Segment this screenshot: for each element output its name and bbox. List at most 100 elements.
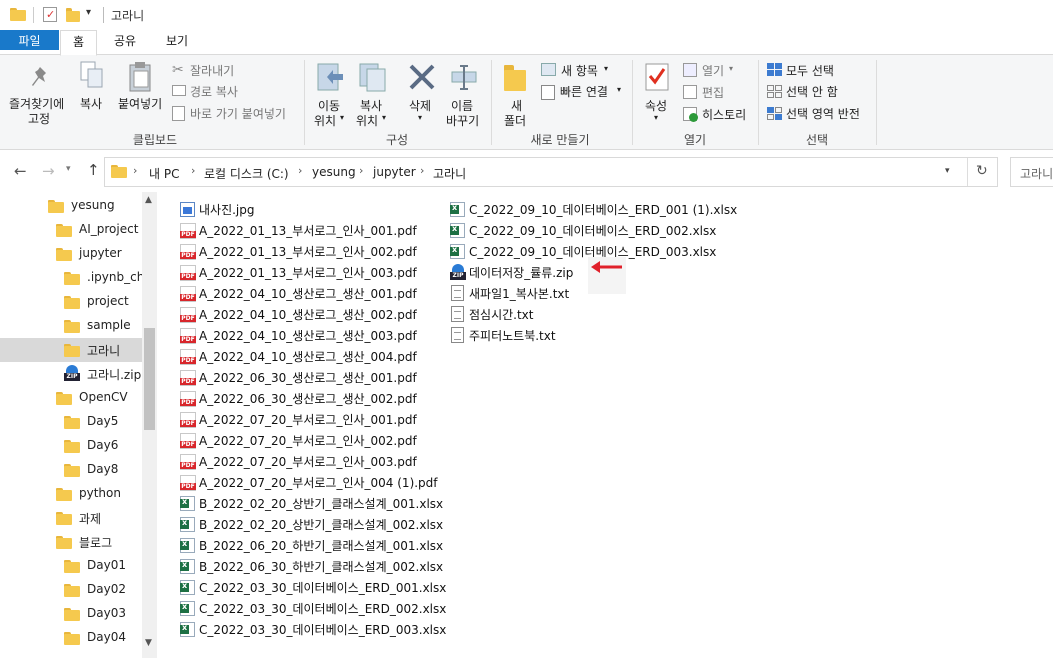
- file-item[interactable]: C_2022_09_10_데이터베이스_ERD_002.xlsx: [450, 220, 716, 240]
- breadcrumb-yesung[interactable]: yesung: [312, 165, 356, 179]
- chevron-down-icon[interactable]: ▾: [617, 85, 621, 94]
- file-item[interactable]: A_2022_01_13_부서로그_인사_003.pdf: [180, 262, 445, 282]
- sidebar-item[interactable]: .ipynb_che: [0, 266, 152, 290]
- forward-arrow-icon[interactable]: →: [42, 162, 55, 180]
- new-folder-quick-icon[interactable]: [66, 8, 80, 22]
- chevron-right-icon[interactable]: ›: [359, 164, 363, 177]
- file-item[interactable]: A_2022_07_20_부서로그_인사_002.pdf: [180, 430, 445, 450]
- tab-file[interactable]: 파일: [0, 30, 59, 50]
- file-item[interactable]: C_2022_03_30_데이터베이스_ERD_003.xlsx: [180, 619, 446, 639]
- sidebar-item[interactable]: 고라니.zip: [0, 362, 142, 386]
- invert-selection-button[interactable]: 선택 영역 반전: [786, 105, 860, 122]
- file-item[interactable]: C_2022_03_30_데이터베이스_ERD_002.xlsx: [180, 598, 446, 618]
- chevron-down-icon[interactable]: ▾: [604, 64, 608, 73]
- chevron-right-icon[interactable]: ›: [191, 164, 195, 177]
- sidebar-item[interactable]: OpenCV: [0, 386, 142, 410]
- file-item[interactable]: A_2022_01_13_부서로그_인사_001.pdf: [180, 220, 445, 240]
- recent-locations-chevron-icon[interactable]: ▾: [66, 164, 71, 174]
- breadcrumb-local-disk[interactable]: 로컬 디스크 (C:): [204, 165, 289, 182]
- sidebar-item[interactable]: Day02: [0, 578, 142, 602]
- file-item[interactable]: C_2022_03_30_데이터베이스_ERD_001.xlsx: [180, 577, 446, 597]
- file-item[interactable]: 데이터저장_률류.zip: [450, 262, 715, 282]
- sidebar-item[interactable]: jupyter: [0, 242, 142, 266]
- select-none-button[interactable]: 선택 안 함: [786, 83, 838, 100]
- sidebar-item[interactable]: 고라니: [0, 338, 142, 362]
- up-arrow-icon[interactable]: ↑: [87, 161, 100, 179]
- properties-quick-icon[interactable]: ✓: [43, 7, 57, 22]
- back-arrow-icon[interactable]: ←: [14, 162, 27, 180]
- file-item[interactable]: 점심시간.txt: [450, 304, 715, 324]
- sidebar-item[interactable]: Day5: [0, 410, 142, 434]
- history-button[interactable]: 히스토리: [702, 106, 746, 123]
- cut-button[interactable]: 잘라내기: [190, 62, 234, 79]
- ribbon: 즐겨찾기에 고정 복사 붙여넣기 ✂ 잘라내기 경로 복사 바로 가기 붙여넣기…: [0, 55, 1053, 150]
- tab-view[interactable]: 보기: [160, 30, 194, 55]
- file-item[interactable]: A_2022_04_10_생산로그_생산_003.pdf: [180, 325, 445, 345]
- copy-button[interactable]: 복사: [80, 95, 102, 112]
- file-item[interactable]: 주피터노트북.txt: [450, 325, 715, 345]
- file-item[interactable]: 새파일1_복사본.txt: [450, 283, 715, 303]
- chevron-right-icon[interactable]: ›: [420, 164, 424, 177]
- sidebar-item[interactable]: python: [0, 482, 142, 506]
- breadcrumb-jupyter[interactable]: jupyter: [373, 165, 416, 179]
- file-item[interactable]: A_2022_01_13_부서로그_인사_002.pdf: [180, 241, 445, 261]
- sidebar-item[interactable]: AI_project: [0, 218, 142, 242]
- easy-access-button[interactable]: 빠른 연결: [560, 83, 608, 100]
- file-item[interactable]: C_2022_09_10_데이터베이스_ERD_003.xlsx: [450, 241, 716, 261]
- sidebar-item[interactable]: Day03: [0, 602, 142, 626]
- chevron-right-icon[interactable]: ›: [133, 164, 137, 177]
- address-history-chevron-icon[interactable]: ▾: [945, 166, 950, 176]
- file-item[interactable]: A_2022_06_30_생산로그_생산_001.pdf: [180, 367, 445, 387]
- file-item[interactable]: A_2022_06_30_생산로그_생산_002.pdf: [180, 388, 445, 408]
- sidebar-item[interactable]: Day6: [0, 434, 142, 458]
- file-item[interactable]: B_2022_06_30_하반기_클래스설계_002.xlsx: [180, 556, 445, 576]
- scroll-down-icon[interactable]: ▼: [145, 638, 152, 648]
- properties-button[interactable]: 속성: [645, 97, 667, 114]
- sidebar-scrollbar[interactable]: ▲ ▼: [142, 192, 157, 658]
- file-item[interactable]: A_2022_04_10_생산로그_생산_004.pdf: [180, 346, 445, 366]
- tab-share[interactable]: 공유: [108, 30, 142, 55]
- file-item[interactable]: A_2022_07_20_부서로그_인사_003.pdf: [180, 451, 445, 471]
- sidebar-item[interactable]: Day01: [0, 554, 142, 578]
- file-item[interactable]: A_2022_04_10_생산로그_생산_001.pdf: [180, 283, 445, 303]
- sidebar-item[interactable]: project: [0, 290, 142, 314]
- file-item[interactable]: B_2022_06_20_하반기_클래스설계_001.xlsx: [180, 535, 445, 555]
- breadcrumb-this-pc[interactable]: 내 PC: [149, 165, 179, 182]
- new-item-button[interactable]: 새 항목: [561, 62, 598, 79]
- file-item[interactable]: B_2022_02_20_상반기_클래스설계_002.xlsx: [180, 514, 445, 534]
- address-bar[interactable]: › 내 PC › 로컬 디스크 (C:) › yesung › jupyter …: [104, 157, 998, 187]
- sidebar-item[interactable]: yesung: [0, 194, 142, 218]
- copy-path-button[interactable]: 경로 복사: [190, 83, 238, 100]
- file-item[interactable]: B_2022_02_20_상반기_클래스설계_001.xlsx: [180, 493, 445, 513]
- sidebar-item[interactable]: Day04: [0, 626, 142, 650]
- file-item[interactable]: C_2022_09_10_데이터베이스_ERD_001 (1).xlsx: [450, 199, 737, 219]
- open-button[interactable]: 열기: [702, 62, 724, 79]
- scrollbar-thumb[interactable]: [144, 328, 155, 430]
- file-item[interactable]: 내사진.jpg: [180, 199, 445, 219]
- paste-button[interactable]: 붙여넣기: [118, 95, 162, 112]
- edit-button[interactable]: 편집: [702, 84, 724, 101]
- scroll-up-icon[interactable]: ▲: [145, 195, 152, 205]
- chevron-down-icon[interactable]: ▾: [340, 113, 344, 122]
- search-input[interactable]: 고라니: [1010, 157, 1053, 187]
- sidebar-item[interactable]: Day8: [0, 458, 142, 482]
- delete-button[interactable]: 삭제: [409, 97, 431, 114]
- breadcrumb-current-folder[interactable]: 고라니: [433, 165, 466, 182]
- chevron-down-icon[interactable]: ▾: [86, 7, 91, 18]
- sidebar-item[interactable]: sample: [0, 314, 142, 338]
- chevron-down-icon[interactable]: ▾: [654, 113, 658, 122]
- sidebar-item[interactable]: 블로그: [0, 530, 142, 554]
- file-item[interactable]: A_2022_04_10_생산로그_생산_002.pdf: [180, 304, 445, 324]
- refresh-icon[interactable]: ↻: [976, 163, 988, 179]
- sidebar-item[interactable]: 과제: [0, 506, 142, 530]
- chevron-right-icon[interactable]: ›: [298, 164, 302, 177]
- select-all-button[interactable]: 모두 선택: [786, 62, 834, 79]
- chevron-down-icon[interactable]: ▾: [418, 113, 422, 122]
- paste-shortcut-button[interactable]: 바로 가기 붙여넣기: [190, 105, 286, 122]
- chevron-down-icon[interactable]: ▾: [729, 64, 733, 73]
- file-item[interactable]: A_2022_07_20_부서로그_인사_001.pdf: [180, 409, 445, 429]
- tab-home[interactable]: 홈: [60, 30, 97, 56]
- chevron-down-icon[interactable]: ▾: [382, 113, 386, 122]
- pdf-file-icon: [180, 307, 196, 323]
- file-item[interactable]: A_2022_07_20_부서로그_인사_004 (1).pdf: [180, 472, 445, 492]
